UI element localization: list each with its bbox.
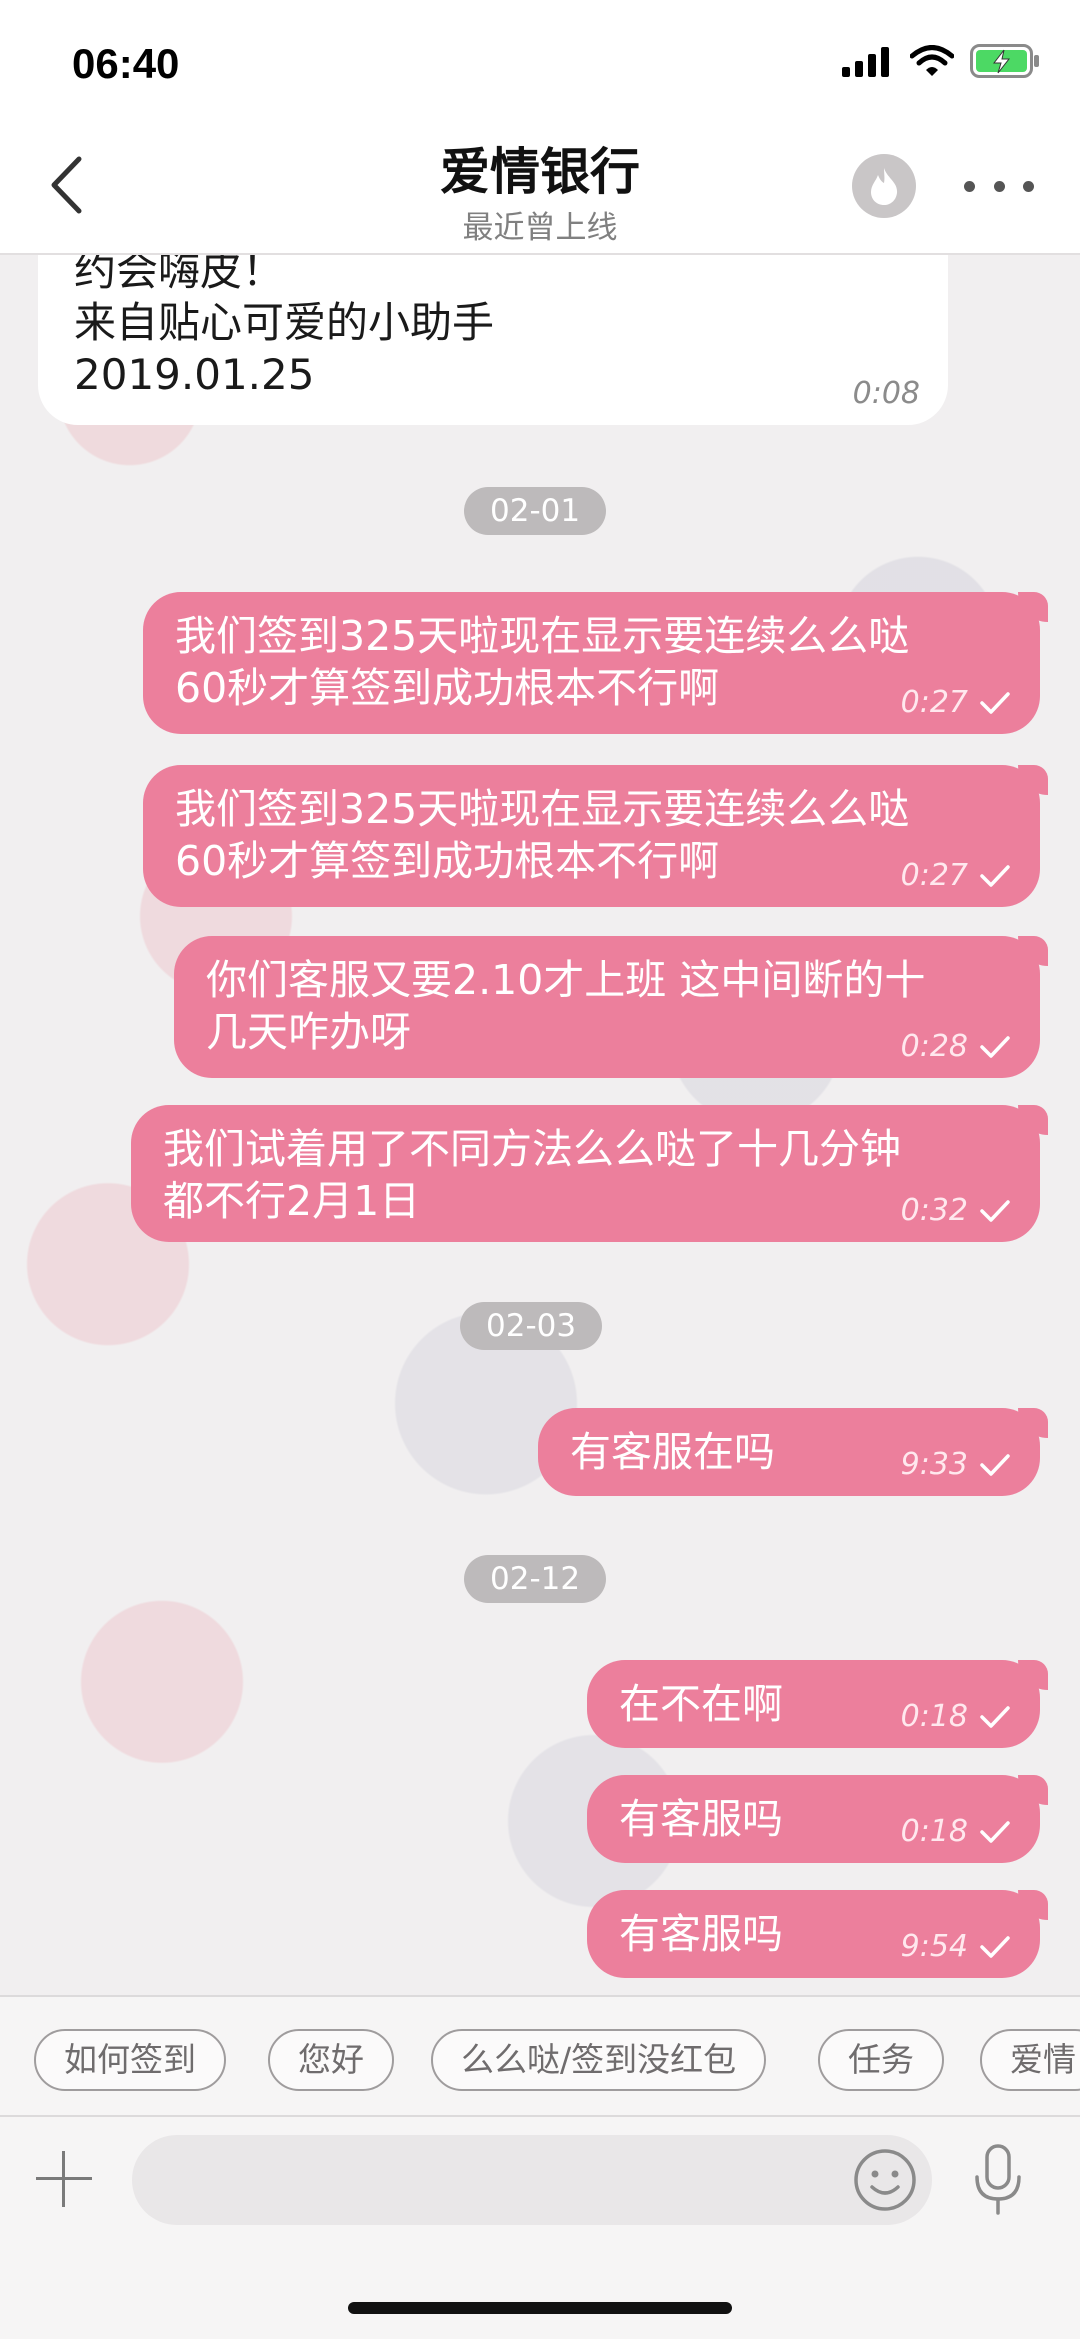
check-icon — [980, 1705, 1010, 1728]
home-indicator[interactable] — [348, 2302, 732, 2314]
message-line: 几天咋办呀 — [206, 1008, 411, 1056]
message-meta: 0:18 — [901, 1814, 1010, 1849]
quick-reply-bar: 如何签到 您好 么么哒/签到没红包 任务 爱情 — [0, 1995, 1080, 2115]
message-time: 0:18 — [900, 1814, 968, 1849]
outgoing-message[interactable]: 在不在啊 0:18 — [587, 1660, 1048, 1748]
check-icon — [980, 1199, 1010, 1222]
more-dot-icon — [964, 180, 975, 192]
quick-reply-chip[interactable]: 么么哒/签到没红包 — [431, 2029, 767, 2091]
more-button[interactable] — [964, 164, 1034, 208]
mic-icon[interactable] — [970, 2143, 1026, 2217]
message-time: 9:54 — [900, 1929, 968, 1964]
check-icon — [980, 1035, 1010, 1058]
chat-header: 爱情银行 最近曾上线 — [0, 120, 1080, 255]
check-icon — [980, 1935, 1010, 1958]
outgoing-message[interactable]: 我们签到325天啦现在显示要连续么么哒 60秒才算签到成功根本不行啊 0:27 — [143, 765, 1048, 907]
message-meta: 0:27 — [901, 685, 1010, 720]
message-meta: 0:18 — [901, 1699, 1010, 1734]
check-icon — [980, 1820, 1010, 1843]
outgoing-message[interactable]: 你们客服又要2.10才上班 这中间断的十 几天咋办呀 0:28 — [174, 936, 1048, 1078]
status-bar: 06:40 — [0, 0, 1080, 120]
more-dot-icon — [993, 180, 1005, 192]
check-icon — [980, 1453, 1010, 1476]
message-input[interactable] — [132, 2135, 932, 2225]
incoming-message: 约会嗨皮！ 来自贴心可爱的小助手 2019.01.25 0:08 — [38, 255, 948, 425]
message-line: 约会嗨皮！ — [74, 255, 285, 295]
quick-reply-chip[interactable]: 如何签到 — [34, 2029, 226, 2091]
more-dot-icon — [1023, 180, 1034, 192]
chat-status: 最近曾上线 — [462, 210, 618, 246]
message-meta: 0:28 — [901, 1029, 1010, 1064]
message-meta: 0:32 — [901, 1193, 1010, 1228]
status-time: 06:40 — [72, 40, 180, 87]
message-line: 来自贴心可爱的小助手 — [74, 298, 495, 347]
message-line: 我们签到325天啦现在显示要连续么么哒 — [175, 612, 910, 660]
check-icon — [980, 864, 1010, 887]
quick-reply-chip[interactable]: 任务 — [818, 2029, 944, 2091]
message-line: 2019.01.25 — [74, 350, 315, 399]
outgoing-message[interactable]: 有客服吗 9:54 — [587, 1890, 1048, 1978]
flame-icon — [871, 168, 898, 205]
message-line: 你们客服又要2.10才上班 这中间断的十 — [206, 956, 926, 1004]
signal-icon — [842, 47, 889, 77]
chat-scroll-area[interactable]: 约会嗨皮！ 来自贴心可爱的小助手 2019.01.25 0:08 02-01 我… — [0, 255, 1080, 1995]
message-line: 我们签到325天啦现在显示要连续么么哒 — [175, 785, 910, 833]
message-time: 0:18 — [900, 1699, 968, 1734]
message-time: 0:27 — [900, 685, 968, 720]
message-line: 60秒才算签到成功根本不行啊 — [175, 837, 720, 885]
message-time: 0:27 — [900, 858, 968, 893]
date-separator: 02-12 — [464, 1555, 607, 1603]
message-line: 都不行2月1日 — [163, 1177, 421, 1225]
outgoing-message[interactable]: 有客服在吗 9:33 — [538, 1408, 1048, 1496]
outgoing-message[interactable]: 我们试着用了不同方法么么哒了十几分钟 都不行2月1日 0:32 — [131, 1105, 1048, 1242]
emoji-icon[interactable] — [852, 2147, 918, 2213]
message-time: 0:28 — [900, 1029, 968, 1064]
message-meta: 0:27 — [901, 858, 1010, 893]
message-time: 0:08 — [852, 376, 920, 411]
message-line: 我们试着用了不同方法么么哒了十几分钟 — [163, 1125, 901, 1173]
date-separator: 02-03 — [460, 1302, 603, 1350]
message-meta: 9:33 — [901, 1447, 1010, 1482]
wifi-icon — [910, 45, 954, 76]
chat-title: 爱情银行 — [440, 143, 640, 201]
message-time: 0:32 — [900, 1193, 968, 1228]
outgoing-message[interactable]: 有客服吗 0:18 — [587, 1775, 1048, 1863]
flame-button[interactable] — [852, 154, 916, 218]
plus-icon[interactable] — [36, 2151, 92, 2207]
message-meta: 9:54 — [901, 1929, 1010, 1964]
date-separator: 02-01 — [464, 487, 607, 535]
message-line: 60秒才算签到成功根本不行啊 — [175, 664, 720, 712]
message-time: 9:33 — [900, 1447, 968, 1482]
outgoing-message[interactable]: 我们签到325天啦现在显示要连续么么哒 60秒才算签到成功根本不行啊 0:27 — [143, 592, 1048, 734]
status-icons — [842, 44, 1040, 78]
quick-reply-chip[interactable]: 爱情 — [980, 2029, 1080, 2091]
quick-reply-chip[interactable]: 您好 — [268, 2029, 394, 2091]
check-icon — [980, 691, 1010, 714]
battery-charging-icon — [970, 44, 1039, 78]
